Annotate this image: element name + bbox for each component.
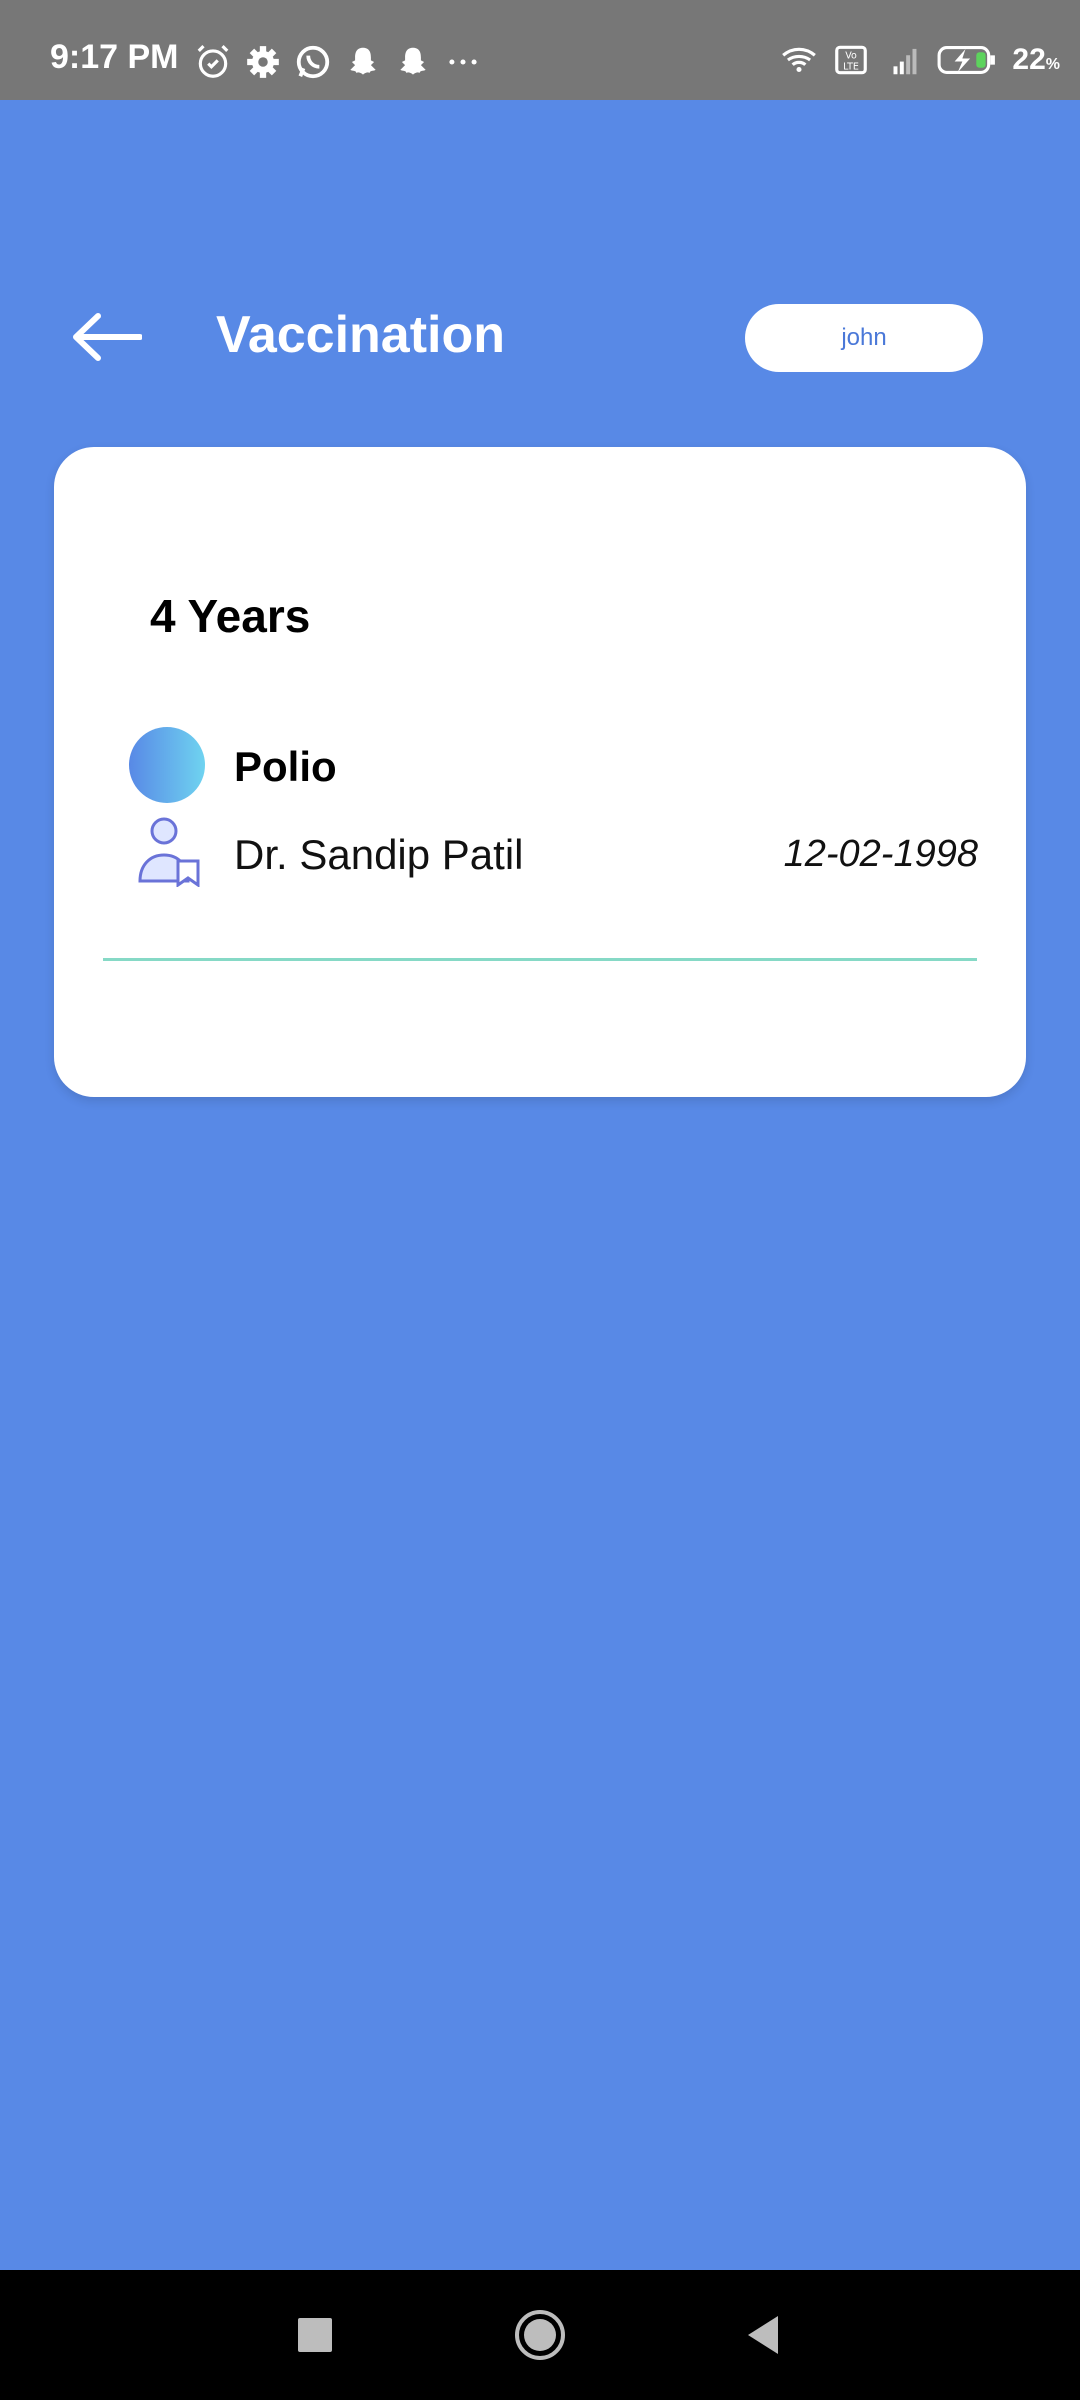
doctor-name: Dr. Sandip Patil — [234, 831, 524, 878]
status-icons-left — [194, 42, 482, 82]
volte-icon: Vo LTE — [835, 45, 868, 75]
back-triangle-icon[interactable] — [730, 2300, 800, 2370]
card-divider — [103, 958, 977, 961]
svg-text:LTE: LTE — [843, 62, 859, 73]
vaccine-date: 12-02-1998 — [783, 833, 978, 875]
snapchat-icon — [350, 47, 376, 75]
status-time: 9:17 PM — [50, 38, 179, 76]
user-selector-button[interactable]: john — [745, 304, 983, 372]
doctor-icon — [138, 817, 200, 887]
wifi-icon — [782, 47, 817, 73]
vaccine-name: Polio — [234, 743, 337, 790]
age-group-heading: 4 Years — [150, 590, 311, 642]
svg-text:Vo: Vo — [846, 50, 858, 61]
status-bar: 9:17 PM Vo LTE 22% — [0, 0, 1080, 100]
vaccine-indicator-dot — [129, 727, 205, 803]
back-button[interactable] — [66, 302, 146, 372]
signal-4g-icon — [893, 48, 917, 75]
snapchat-icon — [400, 47, 426, 75]
gear-icon — [247, 46, 279, 78]
page-title: Vaccination — [216, 306, 505, 364]
arrow-left-icon — [73, 313, 142, 361]
home-circle-icon[interactable] — [505, 2300, 575, 2370]
alarm-icon — [197, 45, 229, 78]
system-nav-bar — [0, 2270, 1080, 2400]
whatsapp-icon — [296, 45, 330, 79]
more-icon — [449, 59, 477, 65]
battery-charging-icon — [937, 46, 996, 74]
status-icons-right: Vo LTE 22% — [780, 40, 1060, 80]
battery-percent: 22% — [1012, 43, 1060, 76]
recents-square-icon[interactable] — [280, 2300, 350, 2370]
vaccination-card: 4 Years Polio Dr. Sandip Patil 12-02-199… — [54, 447, 1026, 1097]
